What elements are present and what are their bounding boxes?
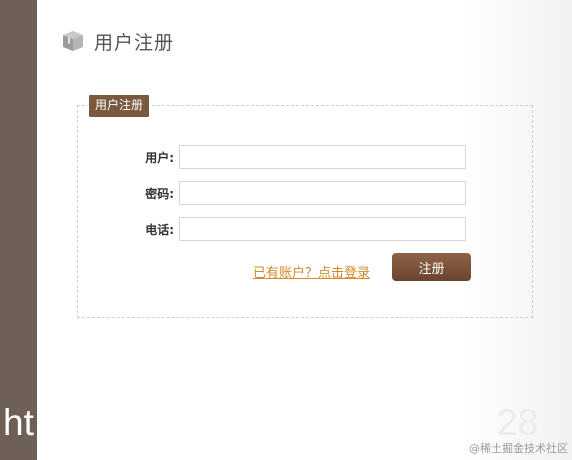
username-label: 用户: [145, 150, 174, 165]
watermark: @稀土掘金技术社区 [469, 442, 568, 455]
phone-label: 电话: [145, 222, 174, 237]
phone-input[interactable] [179, 217, 466, 241]
login-link[interactable]: 已有账户？点击登录 [253, 262, 370, 281]
overlay-text-left: ht [3, 402, 34, 443]
password-label: 密码: [145, 186, 174, 201]
overlay-text-right: 28 [497, 402, 539, 443]
password-row: 密码: [130, 181, 466, 205]
box-icon [63, 31, 83, 51]
page-title: 用户注册 [94, 31, 175, 54]
username-input[interactable] [179, 145, 466, 169]
username-row: 用户: [130, 145, 466, 169]
register-button[interactable]: 注册 [392, 253, 471, 281]
page-header: 用户注册 [61, 28, 174, 54]
password-input[interactable] [179, 181, 466, 205]
register-fieldset [77, 105, 533, 318]
fieldset-legend: 用户注册 [88, 94, 151, 118]
left-sidebar [0, 0, 37, 460]
phone-row: 电话: [130, 217, 466, 241]
